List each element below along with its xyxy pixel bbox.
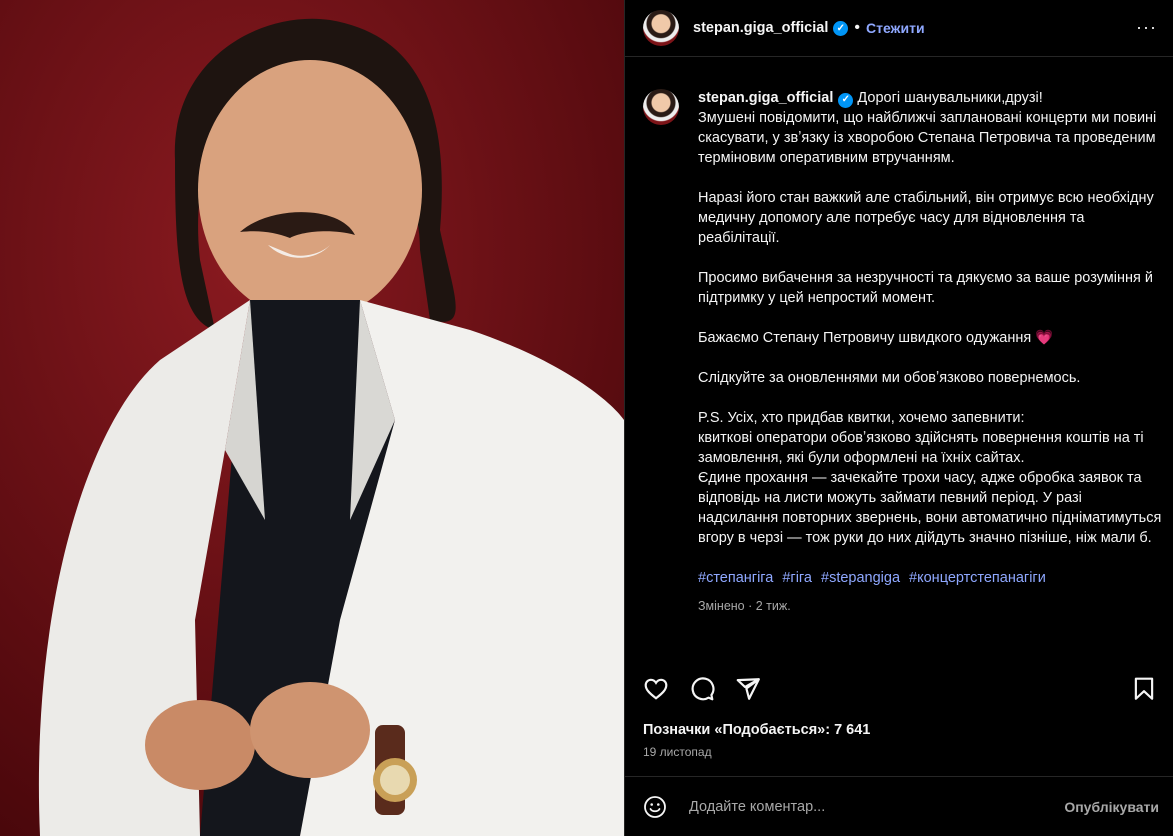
caption-paragraph-5: Слідкуйте за оновленнями ми обовʼязково … xyxy=(698,370,1081,386)
separator-dot: • xyxy=(854,19,860,36)
like-icon[interactable] xyxy=(643,676,669,702)
caption-paragraph-3: Просимо вибачення за незручності та дяку… xyxy=(698,270,1153,306)
comment-input[interactable] xyxy=(687,797,1065,816)
post-sidebar: stepan.giga_official ✓ • Стежити ··· ste… xyxy=(624,0,1173,836)
portrait-image xyxy=(0,0,624,836)
likes-count[interactable]: Позначки «Подобається»: 7 641 xyxy=(643,722,870,738)
hashtag-link[interactable]: #степангіга xyxy=(698,570,773,586)
caption-paragraph-2: Наразі його стан важкий але стабільний, … xyxy=(698,190,1154,246)
username-link[interactable]: stepan.giga_official xyxy=(693,20,828,36)
verified-icon: ✓ xyxy=(838,92,854,108)
post-dialog: stepan.giga_official ✓ • Стежити ··· ste… xyxy=(0,0,1173,836)
verified-icon: ✓ xyxy=(833,20,849,36)
heart-emoji: 💗 xyxy=(1035,330,1054,346)
edited-timestamp: Змінено · 2 тиж. xyxy=(698,599,791,613)
hashtag-link[interactable]: #концертстепанагіги xyxy=(909,570,1046,586)
caption: stepan.giga_official ✓ Дорогі шанувальник… xyxy=(643,88,1163,616)
action-bar xyxy=(643,675,1157,703)
hashtag-link[interactable]: #stepangiga xyxy=(821,570,900,586)
avatar[interactable] xyxy=(643,10,679,46)
more-options-icon[interactable]: ··· xyxy=(1136,17,1157,38)
caption-username[interactable]: stepan.giga_official xyxy=(698,90,833,106)
post-header: stepan.giga_official ✓ • Стежити ··· xyxy=(625,0,1173,57)
publish-button[interactable]: Опублікувати xyxy=(1064,799,1159,815)
caption-paragraph-1: stepan.giga_official ✓ Дорогі шанувальник… xyxy=(698,88,1163,168)
caption-paragraph-4: Бажаємо Степану Петровичу швидкого одужа… xyxy=(698,328,1163,348)
hashtags: #степангіга #гіга #stepangiga #концертст… xyxy=(698,568,1163,588)
follow-button[interactable]: Стежити xyxy=(866,20,925,36)
post-date[interactable]: 19 листопад xyxy=(643,745,712,759)
caption-paragraph-6: P.S. Усіх, хто придбав квитки, хочемо за… xyxy=(698,410,1162,546)
share-icon[interactable] xyxy=(735,676,761,702)
caption-body: stepan.giga_official ✓ Дорогі шанувальник… xyxy=(698,88,1163,616)
hashtag-link[interactable]: #гіга xyxy=(782,570,812,586)
caption-text: Бажаємо Степану Петровичу швидкого одужа… xyxy=(698,330,1032,346)
comment-bar: Опублікувати xyxy=(625,776,1173,836)
caption-avatar[interactable] xyxy=(643,89,679,125)
emoji-icon[interactable] xyxy=(643,795,667,819)
comment-icon[interactable] xyxy=(689,676,715,702)
post-photo[interactable] xyxy=(0,0,624,836)
save-icon[interactable] xyxy=(1131,676,1157,702)
